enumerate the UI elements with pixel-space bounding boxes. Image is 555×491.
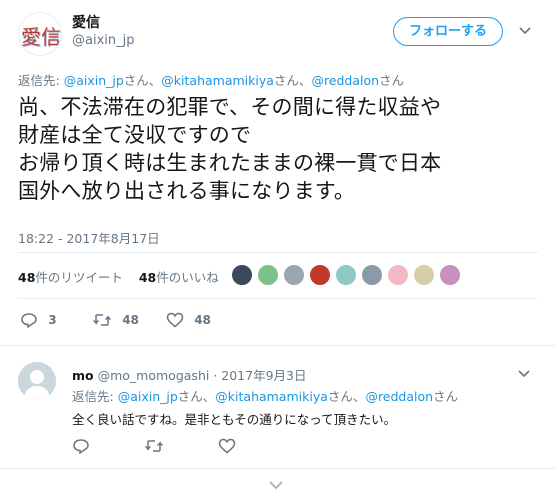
tweet-stats: 48件のリツイート 48件のいいね (18, 267, 219, 286)
follow-button[interactable]: フォローする (393, 17, 503, 46)
liker-avatar[interactable] (309, 264, 331, 286)
show-more-chevron-icon[interactable] (268, 480, 284, 490)
mention-reddalon[interactable]: @reddalon (365, 389, 433, 404)
default-user-icon (18, 362, 56, 400)
retweet-stat[interactable]: 48件のリツイート (18, 270, 123, 285)
reply-action[interactable]: 3 (20, 312, 57, 329)
mention-aixin[interactable]: @aixin_jp (64, 73, 124, 88)
tweet-timestamp[interactable]: 18:22 - 2017年8月17日 (18, 228, 160, 247)
author-handle[interactable]: @aixin_jp (72, 33, 135, 48)
divider (0, 345, 555, 346)
tweet-line: 尚、不法滞在の犯罪で、その間に得た収益や (18, 95, 442, 119)
liker-avatar[interactable] (257, 264, 279, 286)
heart-icon (218, 438, 236, 454)
reply-date[interactable]: 2017年9月3日 (221, 368, 306, 383)
mention-reddalon[interactable]: @reddalon (311, 73, 379, 88)
liker-avatar[interactable] (413, 264, 435, 286)
reply-avatar[interactable] (18, 362, 56, 400)
reply-retweet-action[interactable] (144, 438, 164, 458)
author-name[interactable]: 愛信 (72, 12, 100, 32)
liker-avatar[interactable] (387, 264, 409, 286)
reply-header: mo @mo_momogashi · 2017年9月3日 (72, 368, 307, 383)
mention-kitahamamikiya[interactable]: @kitahamamikiya (161, 73, 274, 88)
divider (18, 252, 538, 253)
liker-avatar[interactable] (439, 264, 461, 286)
retweet-icon (144, 440, 164, 452)
svg-text:愛信: 愛信 (22, 26, 62, 50)
reply-reply-to-line: 返信先: @aixin_jpさん、@kitahamamikiyaさん、@redd… (72, 389, 459, 404)
author-avatar[interactable]: 愛信 愛信 (18, 12, 62, 56)
mention-kitahamamikiya[interactable]: @kitahamamikiya (215, 389, 328, 404)
tweet-line: 国外へ放り出される事になります。 (18, 179, 356, 203)
reply-like-action[interactable] (218, 438, 236, 458)
reply-author-name[interactable]: mo (72, 368, 94, 383)
reply-text: 全く良い話ですね。是非ともその通りになって頂きたい。 (72, 412, 397, 427)
chevron-down-icon[interactable] (517, 367, 531, 381)
heart-icon (166, 312, 184, 328)
liker-avatar[interactable] (231, 264, 253, 286)
tweet-line: 財産は全て没収ですので (18, 123, 252, 147)
retweet-action[interactable]: 48 (92, 312, 139, 328)
liker-avatar[interactable] (335, 264, 357, 286)
liker-avatar[interactable] (283, 264, 305, 286)
tweet-line: お帰り頂く時は生まれたままの裸一貫で日本 (18, 151, 442, 175)
reply-to-line: 返信先: @aixin_jpさん、@kitahamamikiyaさん、@redd… (18, 73, 405, 88)
like-stat[interactable]: 48件のいいね (139, 270, 219, 285)
reply-icon (21, 313, 37, 329)
mention-aixin[interactable]: @aixin_jp (118, 389, 178, 404)
reply-reply-action[interactable] (72, 438, 90, 458)
divider (18, 298, 538, 299)
like-action[interactable]: 48 (166, 312, 211, 328)
liker-avatar[interactable] (361, 264, 383, 286)
retweet-icon (92, 314, 112, 326)
reply-author-handle[interactable]: @mo_momogashi (98, 368, 210, 383)
reply-icon (73, 439, 89, 455)
divider (0, 468, 555, 469)
chevron-down-icon[interactable] (518, 24, 532, 38)
tweet-text: 尚、不法滞在の犯罪で、その間に得た収益や 財産は全て没収ですので お帰り頂く時は… (18, 93, 543, 205)
avatar-calligraphy-icon: 愛信 愛信 (19, 13, 62, 55)
